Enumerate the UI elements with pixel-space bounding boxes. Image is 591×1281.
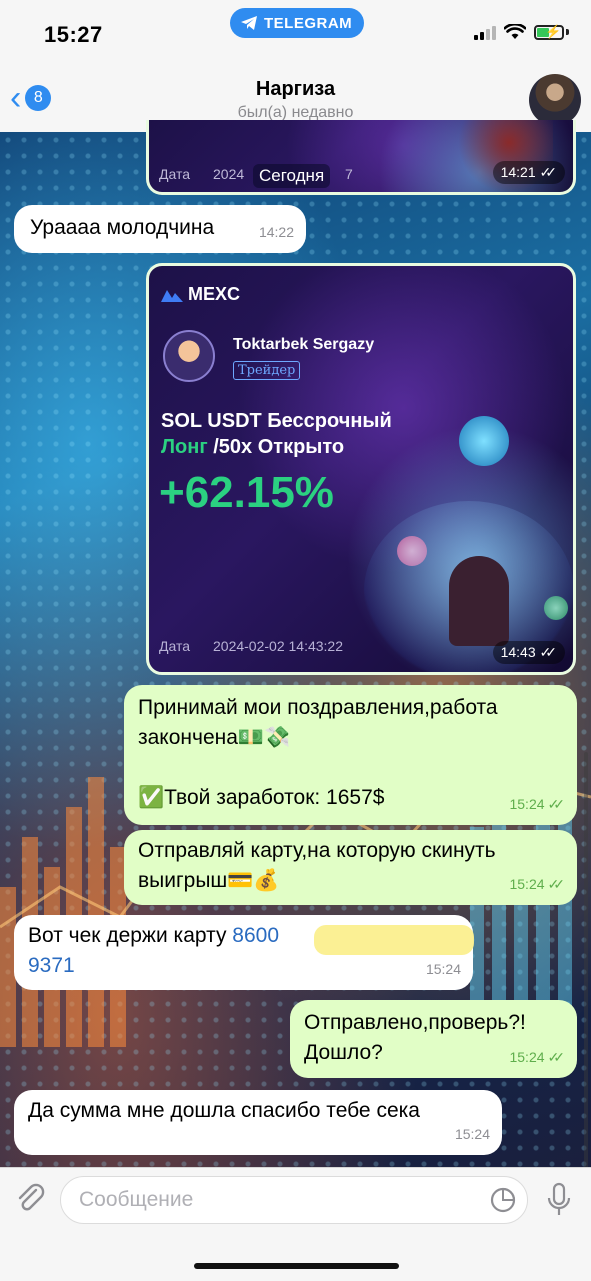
- message-time: 14:21 ✓✓: [492, 161, 565, 184]
- image-message-2[interactable]: MEXC Toktarbek Sergazy Трейдер SOL USDT …: [146, 263, 576, 675]
- message-text: выигрыш💳💰: [138, 869, 280, 892]
- message-text: Отправляй карту,на которую скинуть: [138, 839, 496, 862]
- double-check-icon: ✓✓: [547, 1049, 566, 1065]
- message-time: 14:22: [258, 224, 294, 240]
- message-text: Урааaa молодчина: [30, 216, 215, 239]
- double-check-icon: ✓✓: [547, 876, 566, 892]
- mexc-logo-icon: [161, 289, 183, 302]
- signal-icon: [474, 24, 496, 40]
- sticker-icon[interactable]: [489, 1186, 517, 1214]
- message-time: 15:24 ✓✓: [509, 869, 565, 899]
- trader-tag: Трейдер: [233, 361, 301, 380]
- message-text: Да сумма мне дошла спасибо тебе сека: [28, 1099, 420, 1122]
- redaction-highlight: [314, 925, 474, 955]
- status-time: 15:27: [44, 22, 103, 47]
- image-date-value: 2024-02-02 14:43:22: [213, 638, 343, 654]
- message-text: ✅Твой заработок: 1657$: [138, 786, 385, 809]
- card-number-link[interactable]: 8600: [232, 924, 279, 947]
- image-date-partial: 2024: [213, 166, 245, 182]
- outgoing-message[interactable]: Принимай мои поздравления,работа законче…: [124, 685, 577, 825]
- status-bar: 15:27 TELEGRAM ⚡: [0, 0, 591, 70]
- message-time: 15:24 ✓✓: [509, 1042, 565, 1072]
- telegram-icon: [241, 16, 257, 30]
- outgoing-message[interactable]: Отправлено,проверь?! Дошло? 15:24 ✓✓: [290, 1000, 577, 1078]
- image-message-1[interactable]: Дата 2024 Сегодня 7 14:21 ✓✓: [146, 120, 576, 195]
- incoming-message[interactable]: Да сумма мне дошла спасибо тебе сека 15:…: [14, 1090, 502, 1155]
- telegram-pill[interactable]: TELEGRAM: [230, 8, 365, 38]
- incoming-message[interactable]: Урааaa молодчина 14:22: [14, 205, 306, 253]
- message-input[interactable]: [61, 1177, 481, 1223]
- card-number-link[interactable]: 9371: [28, 951, 459, 981]
- home-indicator[interactable]: [194, 1263, 399, 1269]
- image-date-label: Дата: [159, 166, 191, 182]
- message-text: Вот чек держи карту: [28, 924, 233, 947]
- message-text: Принимай мои поздравления,работа: [138, 696, 498, 719]
- message-time: 14:43 ✓✓: [492, 641, 565, 664]
- message-text: Отправлено,проверь?!: [304, 1011, 526, 1034]
- message-input-wrapper: [60, 1176, 528, 1224]
- battery-icon: ⚡: [534, 24, 564, 40]
- double-check-icon: ✓✓: [539, 644, 558, 660]
- message-text: закончена💵💸: [138, 726, 291, 749]
- trader-name: Toktarbek Sergazy: [233, 336, 375, 353]
- message-time: 15:24 ✓✓: [509, 789, 565, 819]
- trade-pair: SOL USDT Бессрочный Лонг /50x Открыто: [161, 410, 392, 458]
- scroll-indicator[interactable]: [584, 752, 588, 1167]
- mexc-logo: MEXC: [161, 284, 240, 305]
- double-check-icon: ✓✓: [547, 796, 566, 812]
- microphone-icon[interactable]: [546, 1182, 572, 1218]
- contact-name[interactable]: Наргиза: [0, 78, 591, 101]
- wifi-icon: [504, 24, 526, 39]
- double-check-icon: ✓✓: [539, 164, 558, 180]
- image-date-tail: 7: [345, 166, 353, 182]
- outgoing-message[interactable]: Отправляй карту,на которую скинуть выигр…: [124, 830, 577, 905]
- message-time: 15:24: [425, 961, 461, 977]
- image-date-label: Дата: [159, 638, 191, 654]
- telegram-pill-label: TELEGRAM: [264, 14, 353, 32]
- profit-percent: +62.15%: [159, 468, 334, 517]
- message-time: 15:24: [454, 1126, 490, 1142]
- incoming-message[interactable]: Вот чек держи карту 8600 9371 15:24: [14, 915, 474, 990]
- avatar[interactable]: [529, 74, 581, 126]
- date-chip-today: Сегодня: [253, 164, 331, 188]
- trader-avatar: [163, 330, 215, 382]
- attach-icon[interactable]: [14, 1182, 48, 1216]
